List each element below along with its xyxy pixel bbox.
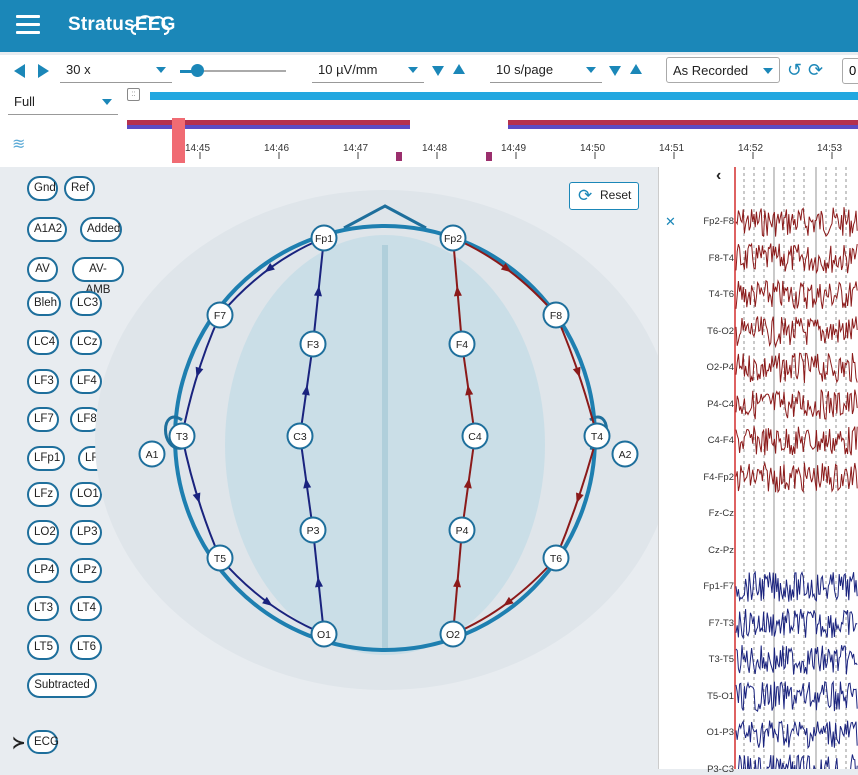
electrode-f3[interactable]: F3 [299,330,327,358]
electrode-fp1[interactable]: Fp1 [310,224,338,252]
electrode-c3[interactable]: C3 [286,422,314,450]
electrode-o1[interactable]: O1 [310,620,338,648]
eeg-trace [735,570,858,602]
svg-text:P4: P4 [456,525,469,537]
channel-label[interactable]: Fp1-F7 [658,581,734,592]
channel-label[interactable]: F8-T4 [658,253,734,264]
svg-text:P3: P3 [307,525,320,537]
svg-text:T6: T6 [550,553,562,565]
svg-text:T3: T3 [176,431,188,443]
expand-icon[interactable]: ≻ [12,733,25,753]
electrode-f4[interactable]: F4 [448,330,476,358]
channel-label[interactable]: Fz-Cz [658,508,734,519]
channel-label[interactable]: T6-O2 [658,326,734,337]
refresh-icon[interactable]: ⟳ [808,61,823,79]
svg-text:A2: A2 [619,449,632,461]
electrode-a2[interactable]: A2 [611,440,639,468]
channel-label[interactable]: P3-C3 [658,764,734,775]
channel-label[interactable]: C4-F4 [658,435,734,446]
channel-label[interactable]: F4-Fp2 [658,472,734,483]
svg-text:F8: F8 [550,310,562,322]
timeline-tick-label: 14:52 [738,143,763,154]
eeg-trace [735,279,858,310]
electrode-fp2[interactable]: Fp2 [439,224,467,252]
svg-text:C3: C3 [293,431,307,443]
ecg-chip[interactable]: ECG [27,730,59,754]
eeg-trace [735,389,858,420]
electrode-f8[interactable]: F8 [542,301,570,329]
electrode-f7[interactable]: F7 [206,301,234,329]
time-grid [743,167,847,769]
svg-text:A1: A1 [146,449,159,461]
electrode-t6[interactable]: T6 [542,544,570,572]
electrode-p4[interactable]: P4 [448,516,476,544]
channel-label[interactable]: O2-P4 [658,362,734,373]
svg-text:C4: C4 [468,431,482,443]
electrode-t3[interactable]: T3 [168,422,196,450]
channel-label[interactable]: Cz-Pz [658,545,734,556]
svg-text:T4: T4 [591,431,603,443]
svg-text:F4: F4 [456,339,468,351]
svg-text:O2: O2 [446,629,460,641]
electrode-o2[interactable]: O2 [439,620,467,648]
head-map[interactable]: Fp1 Fp2 F7 F3 F4 F8 A1 T3 C3 C4 T4 A2 P3 P4 T5 T6 O1 O2 [0,0,658,769]
electrode-a1[interactable]: A1 [138,440,166,468]
timeline-tick-label: 14:51 [659,143,684,154]
svg-text:T5: T5 [214,553,226,565]
timeline-tick-label: 14:53 [817,143,842,154]
channel-label[interactable]: Fp2-F8 [658,216,734,227]
montage-select[interactable]: As Recorded [666,57,780,83]
page-number-field[interactable]: 0 [842,58,858,84]
electrode-t5[interactable]: T5 [206,544,234,572]
electrode-p3[interactable]: P3 [299,516,327,544]
svg-text:Fp2: Fp2 [444,233,462,245]
electrode-t4[interactable]: T4 [583,422,611,450]
chevron-down-icon [763,68,773,74]
channel-label[interactable]: O1-P3 [658,727,734,738]
svg-text:Fp1: Fp1 [315,233,333,245]
electrode-c4[interactable]: C4 [461,422,489,450]
channel-label[interactable]: T3-T5 [658,654,734,665]
channel-label[interactable]: F7-T3 [658,618,734,629]
channel-label[interactable]: T5-O1 [658,691,734,702]
channel-label[interactable]: T4-T6 [658,289,734,300]
svg-text:F7: F7 [214,310,226,322]
undo-icon[interactable]: ↺ [787,61,802,79]
channel-label[interactable]: P4-C4 [658,399,734,410]
svg-text:O1: O1 [317,629,331,641]
svg-text:F3: F3 [307,339,319,351]
